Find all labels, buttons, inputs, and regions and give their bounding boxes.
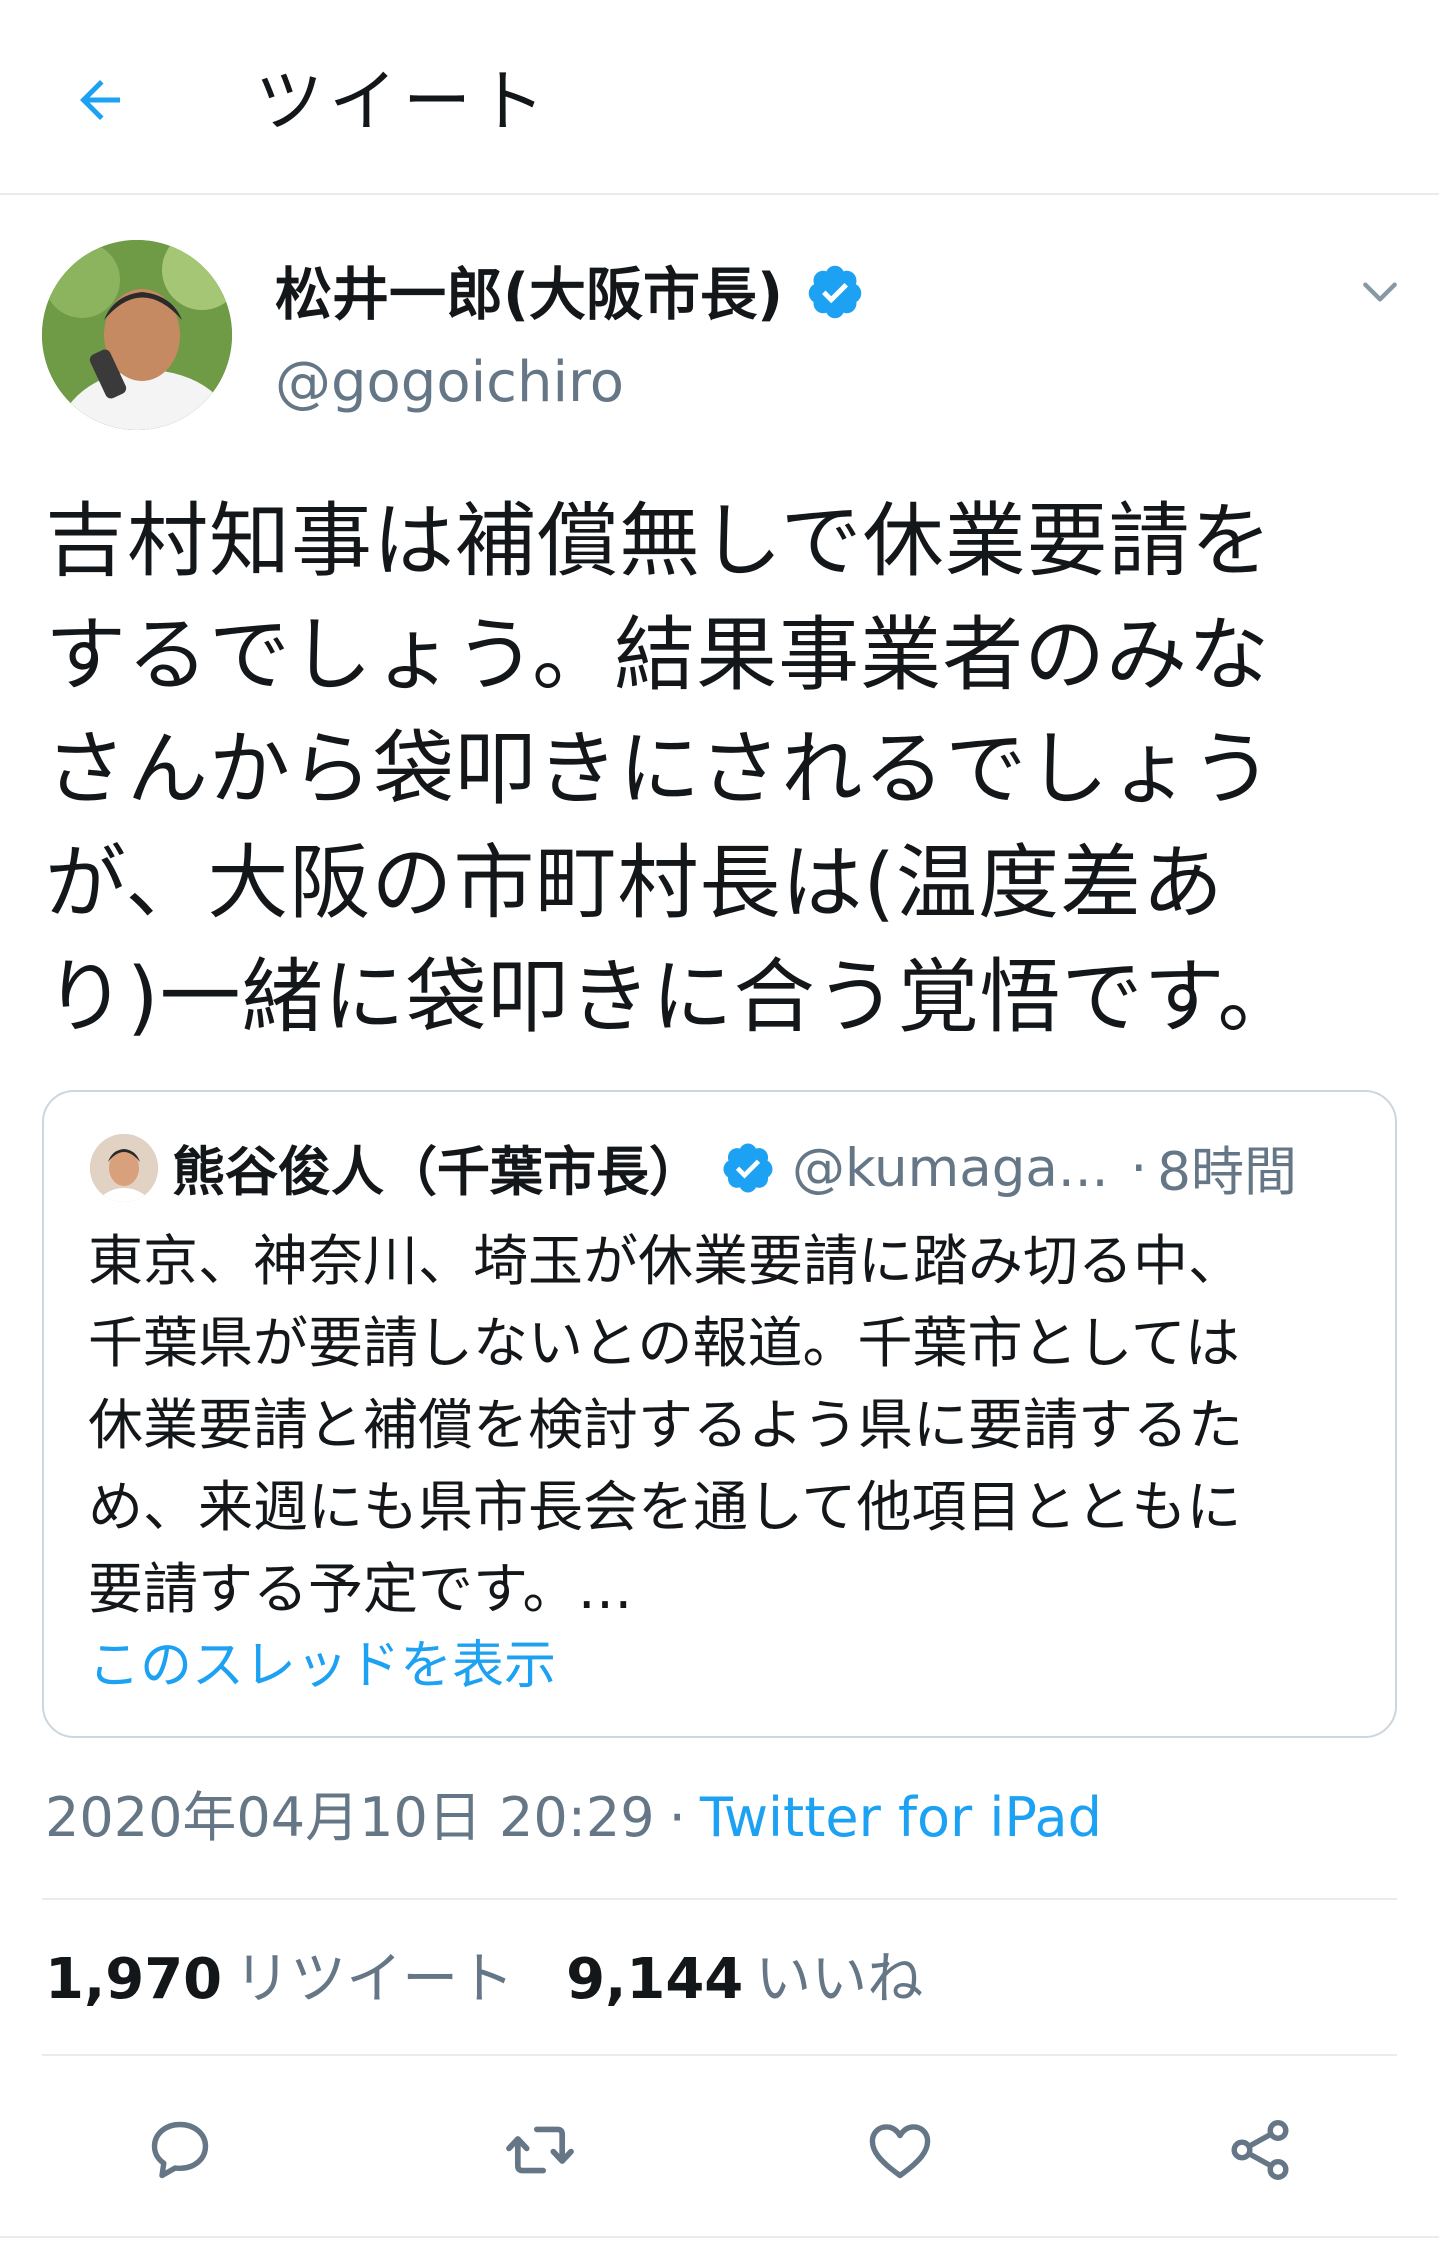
author-name[interactable]: 松井一郎(大阪市長)	[275, 255, 783, 335]
tweet-stats: 1,970 リツイート 9,144 いいね	[45, 1940, 923, 2020]
retweet-icon	[506, 2126, 574, 2174]
chevron-down-icon	[1363, 282, 1397, 302]
verified-badge-icon	[723, 1143, 773, 1193]
quote-author-avatar	[90, 1134, 158, 1202]
likes-count: 9,144	[566, 1947, 744, 2012]
likes-stat[interactable]: 9,144 いいね	[566, 1947, 923, 2012]
reply-icon	[151, 2121, 209, 2179]
retweets-stat[interactable]: 1,970 リツイート	[45, 1947, 514, 2012]
divider	[0, 2236, 1439, 2238]
divider	[42, 2054, 1397, 2056]
likes-label: いいね	[755, 1947, 924, 2012]
share-icon	[1231, 2120, 1289, 2180]
top-app-bar: ツイート	[0, 0, 1439, 195]
quote-author-photo	[90, 1134, 158, 1202]
tweet-source-link[interactable]: Twitter for iPad	[700, 1786, 1102, 1849]
retweets-count: 1,970	[45, 1947, 223, 2012]
reply-button[interactable]	[130, 2100, 230, 2200]
arrow-left-icon	[80, 80, 120, 120]
tweet-meta: 2020年04月10日 20:29 · Twitter for iPad	[45, 1780, 1102, 1856]
author-avatar[interactable]	[42, 240, 232, 430]
retweets-label: リツイート	[234, 1947, 515, 2012]
retweet-button[interactable]	[490, 2100, 590, 2200]
show-thread-link[interactable]: このスレッドを表示	[88, 1630, 556, 1702]
like-button[interactable]	[850, 2100, 950, 2200]
quoted-tweet-card[interactable]: 熊谷俊人（千葉市長） @kumaga... · 8時間 東京、神奈川、埼玉が休業…	[42, 1090, 1397, 1738]
back-button[interactable]	[55, 55, 145, 145]
quote-separator: ·	[1130, 1137, 1148, 1199]
quote-header: 熊谷俊人（千葉市長） @kumaga... · 8時間	[172, 1128, 1297, 1208]
like-icon	[869, 2124, 931, 2179]
verified-badge-icon	[808, 265, 862, 319]
tweet-datetime: 2020年04月10日 20:29	[45, 1786, 655, 1849]
author-photo	[42, 240, 232, 430]
more-options-button[interactable]	[1350, 262, 1410, 322]
divider	[42, 1898, 1397, 1900]
quote-text: 東京、神奈川、埼玉が休業要請に踏み切る中、 千葉県が要請しないとの報道。千葉市と…	[88, 1229, 1244, 1621]
author-handle[interactable]: @gogoichiro	[275, 345, 624, 421]
quote-author-name: 熊谷俊人（千葉市長）	[172, 1142, 702, 1203]
meta-separator: ·	[668, 1786, 686, 1849]
quote-timestamp: 8時間	[1157, 1142, 1298, 1203]
tweet-text: 吉村知事は補償無しで休業要請を するでしょう。結果事業者のみな さんから袋叩きに…	[45, 495, 1300, 1045]
quote-author-handle: @kumaga...	[792, 1137, 1109, 1199]
page-title: ツイート	[255, 63, 552, 142]
share-button[interactable]	[1210, 2100, 1310, 2200]
